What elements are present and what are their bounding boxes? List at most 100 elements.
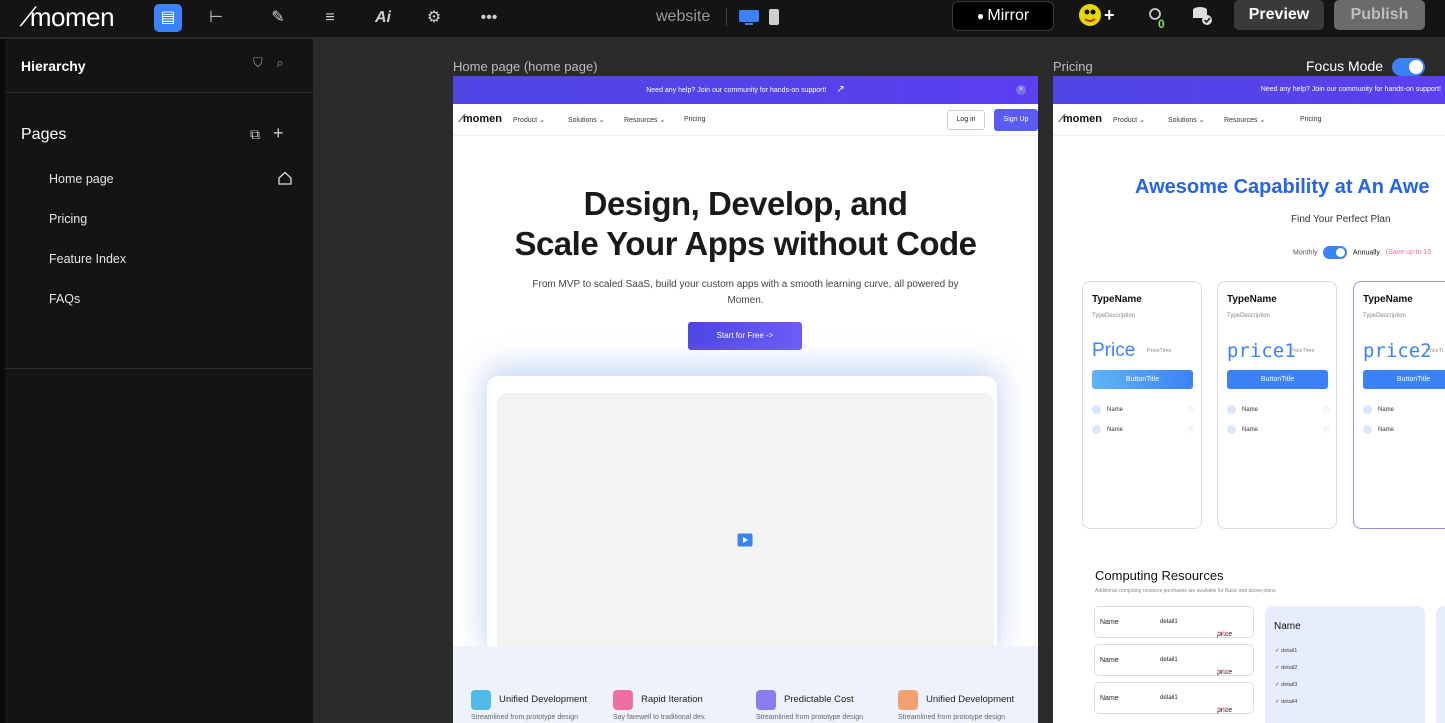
feature-subtitle: Say farewell to traditional dev. — [613, 714, 706, 721]
ai-icon[interactable]: Ai — [369, 4, 397, 32]
mirror-button[interactable]: ● Mirror — [952, 1, 1054, 31]
site-brand[interactable]: ⁄momen — [1061, 112, 1102, 125]
check-icon — [1227, 425, 1236, 434]
nav-product[interactable]: Product ⌄ — [513, 116, 545, 124]
nav-resources[interactable]: Resources ⌄ — [624, 116, 665, 124]
plan-feature-row: Name — [1363, 425, 1394, 434]
plan-feature-row: Name ⓘ — [1227, 425, 1329, 434]
bug-debug-icon[interactable]: 0 — [1147, 6, 1171, 30]
nav-product[interactable]: Product ⌄ — [1113, 116, 1145, 124]
more-icon[interactable]: ••• — [475, 4, 503, 32]
plan-feature-row: Name ⓘ — [1092, 405, 1194, 414]
resource-row[interactable]: Name detail1 price time — [1094, 644, 1254, 676]
layout-icon[interactable]: ≡ — [316, 4, 344, 32]
check-icon — [1092, 405, 1101, 414]
plan-button[interactable]: ButtonTitle — [1227, 370, 1328, 389]
preview-button[interactable]: Preview — [1234, 0, 1324, 30]
pricing-title: Awesome Capability at An Awe — [1135, 176, 1430, 198]
hero-title-line2: Scale Your Apps without Code — [514, 225, 977, 262]
arrow-up-right-icon[interactable]: ↗ — [836, 84, 844, 95]
nav-pricing[interactable]: Pricing — [1300, 116, 1321, 123]
monthly-label: Monthly — [1293, 249, 1318, 257]
add-folder-icon[interactable]: ⧉ — [250, 126, 260, 142]
plan-feature-row: Name ⓘ — [1227, 405, 1329, 414]
close-icon[interactable]: × — [1016, 85, 1026, 95]
plan-name: TypeName — [1092, 294, 1142, 305]
page-item-pricing[interactable]: Pricing — [49, 212, 87, 226]
app-logo[interactable]: ⁄momen — [26, 2, 115, 33]
hierarchy-tools: ⛉ ⌕ — [253, 55, 284, 71]
nav-pricing[interactable]: Pricing — [684, 116, 705, 123]
help-banner: Need any help? Join our community for ha… — [453, 76, 1038, 104]
check-icon — [1227, 405, 1236, 414]
feature-title: Rapid Iteration — [641, 694, 703, 705]
mobile-device-icon[interactable] — [768, 8, 780, 26]
plan-button[interactable]: ButtonTitle — [1363, 370, 1445, 389]
plugin-icon[interactable]: ✎ — [264, 4, 292, 32]
desktop-device-icon[interactable] — [738, 8, 760, 26]
info-icon[interactable]: ⓘ — [1323, 425, 1329, 434]
check-icon — [1092, 425, 1101, 434]
plan-card[interactable]: TypeName TypeDescription price1 PriceTim… — [1217, 281, 1337, 529]
signup-button[interactable]: Sign Up — [994, 109, 1038, 131]
focus-mode-toggle[interactable] — [1392, 58, 1425, 76]
page-item-home[interactable]: Home page — [49, 172, 114, 186]
hierarchy-sidebar: Hierarchy ⛉ ⌕ Pages ⧉ + Home page Pricin… — [0, 39, 313, 723]
divider — [5, 92, 313, 93]
search-icon[interactable]: ⌕ — [276, 55, 283, 70]
panel-detail: ✓ detail4 — [1275, 699, 1298, 705]
pricing-frame-label[interactable]: Pricing — [1053, 59, 1093, 74]
collaborator-avatar-icon[interactable]: + — [1078, 2, 1124, 28]
publish-button[interactable]: Publish — [1334, 0, 1425, 30]
add-page-icon[interactable]: + — [273, 123, 284, 143]
info-icon[interactable]: ⓘ — [1188, 425, 1194, 434]
computing-resources-subtitle: Additional computing resource purchases … — [1095, 588, 1277, 594]
help-banner: Need any help? Join our community for ha… — [1053, 76, 1445, 104]
feature-icon — [613, 690, 633, 710]
billing-toggle[interactable] — [1323, 246, 1348, 259]
feature-subtitle: Streamlined from prototype design — [471, 714, 578, 721]
page-item-feature-index[interactable]: Feature Index — [49, 252, 126, 266]
component-tree-icon[interactable]: ⊢ — [202, 4, 230, 32]
pricing-page-frame[interactable]: Need any help? Join our community for ha… — [1053, 76, 1445, 723]
panel-detail: ✓ detail1 — [1275, 648, 1298, 654]
feature-icon — [471, 690, 491, 710]
nav-solutions[interactable]: Solutions ⌄ — [1168, 116, 1205, 124]
info-icon[interactable]: ⓘ — [1323, 405, 1329, 414]
filter-icon[interactable]: ⛉ — [253, 55, 263, 70]
check-icon — [1363, 425, 1372, 434]
nav-solutions[interactable]: Solutions ⌄ — [568, 116, 605, 124]
login-button[interactable]: Log in — [947, 110, 985, 130]
plan-price-time: PriceTime — [1147, 348, 1172, 354]
page-item-faqs[interactable]: FAQs — [49, 292, 80, 306]
focus-mode-label: Focus Mode — [1306, 58, 1384, 74]
resource-row[interactable]: Name detail1 price time — [1094, 606, 1254, 638]
plan-card[interactable]: TypeName TypeDescription price2 PriceTi … — [1353, 281, 1445, 529]
video-placeholder[interactable] — [497, 393, 994, 653]
pages-panel-icon[interactable]: ▤ — [154, 4, 182, 32]
info-icon[interactable]: ⓘ — [1188, 405, 1194, 414]
site-brand[interactable]: ⁄momen — [461, 112, 502, 125]
play-icon: ● — [976, 9, 988, 23]
home-icon — [278, 171, 292, 185]
plan-card[interactable]: TypeName TypeDescription Price PriceTime… — [1082, 281, 1202, 529]
plan-description: TypeDescription — [1363, 313, 1407, 319]
start-free-button[interactable]: Start for Free -> — [688, 322, 802, 350]
plan-feature-row: Name — [1363, 405, 1394, 414]
plan-button[interactable]: ButtonTitle — [1092, 370, 1193, 389]
site-nav: ⁄momen Product ⌄ Solutions ⌄ Resources ⌄… — [1053, 104, 1445, 136]
home-frame-label[interactable]: Home page (home page) — [453, 59, 598, 74]
feature-icon — [898, 690, 918, 710]
pricing-subtitle: Find Your Perfect Plan — [1291, 214, 1391, 225]
site-nav: ⁄momen Product ⌄ Solutions ⌄ Resources ⌄… — [453, 104, 1038, 136]
plan-feature-row: Name ⓘ — [1092, 425, 1194, 434]
settings-gear-icon[interactable]: ⚙ — [420, 4, 448, 32]
plan-price: price2 — [1363, 340, 1432, 362]
home-page-frame[interactable]: Need any help? Join our community for ha… — [453, 76, 1038, 723]
nav-resources[interactable]: Resources ⌄ — [1224, 116, 1265, 124]
database-check-icon[interactable] — [1191, 5, 1215, 27]
video-icon — [737, 533, 753, 547]
feature-icon — [756, 690, 776, 710]
resource-row[interactable]: Name detail1 price time — [1094, 682, 1254, 714]
feature-title: Unified Development — [499, 694, 588, 705]
